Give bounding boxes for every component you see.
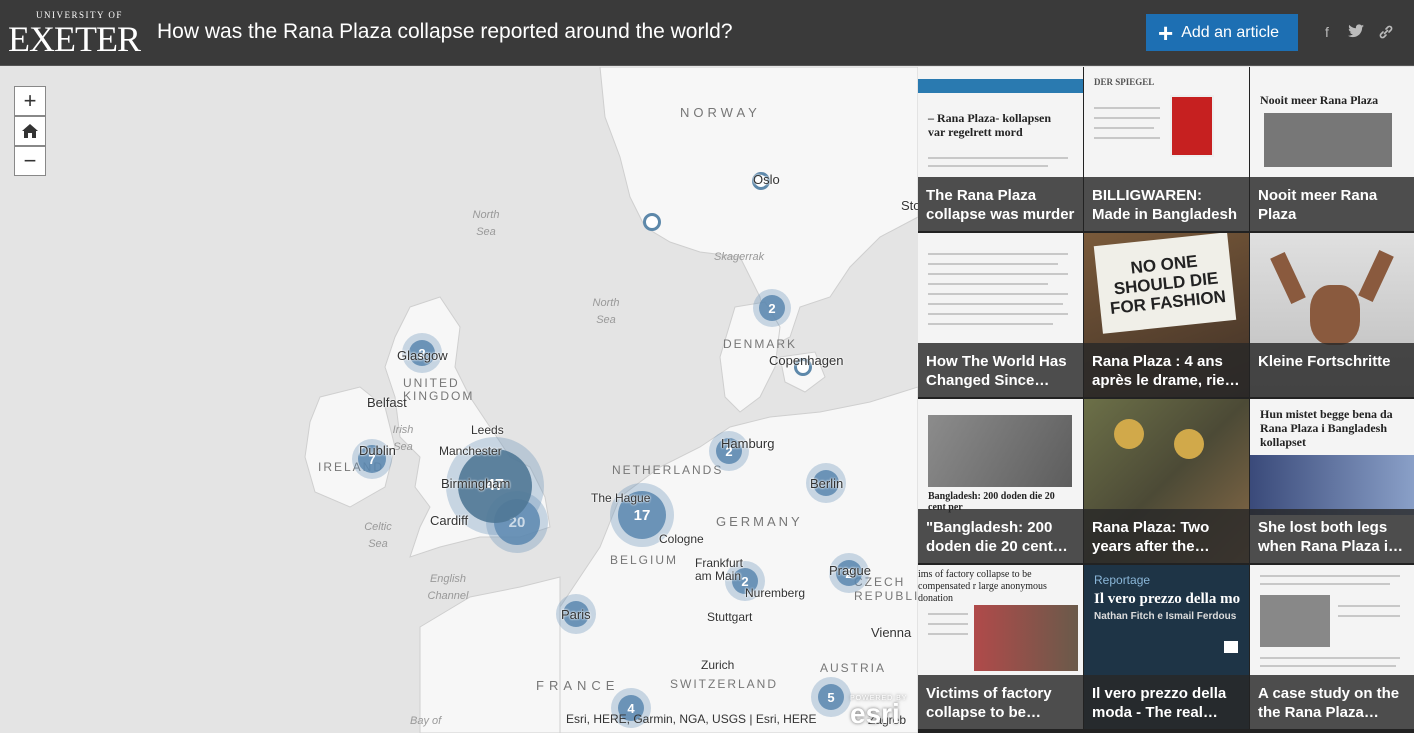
map-cluster[interactable]: 5 bbox=[811, 677, 851, 717]
add-article-label: Add an article bbox=[1181, 23, 1280, 41]
city-label: Zurich bbox=[701, 658, 735, 672]
article-title: A case study on the the Rana Plaza disas… bbox=[1250, 675, 1414, 729]
article-tile[interactable]: Bangladesh: 200 doden die 20 cent per "B… bbox=[918, 399, 1083, 563]
sea-label: North Sea bbox=[592, 297, 620, 326]
country-label: GERMANY bbox=[716, 514, 803, 529]
country-label: SWITZERLAND bbox=[670, 677, 779, 691]
article-title: Rana Plaza: Two years after the collapse bbox=[1084, 509, 1249, 563]
city-label: Manchester bbox=[439, 444, 502, 458]
plus-icon: + bbox=[1158, 17, 1174, 48]
city-label: Nuremberg bbox=[745, 586, 806, 600]
article-tile[interactable]: Hun mistet begge bena da Rana Plaza i Ba… bbox=[1250, 399, 1414, 563]
city-label: Prague bbox=[829, 563, 871, 578]
article-tile[interactable]: Nooit meer Rana Plaza Nooit meer Rana Pl… bbox=[1250, 67, 1414, 231]
article-title: Nooit meer Rana Plaza bbox=[1250, 177, 1414, 231]
article-tile[interactable]: Kleine Fortschritte bbox=[1250, 233, 1414, 397]
country-label: AUSTRIA bbox=[820, 661, 887, 675]
article-tile[interactable]: – Rana Plaza- kollapsen var regelrett mo… bbox=[918, 67, 1083, 231]
city-label: Hamburg bbox=[721, 436, 775, 451]
article-tile[interactable]: NO ONE SHOULD DIE FOR FASHION Rana Plaza… bbox=[1084, 233, 1249, 397]
city-label: Frankfurt am Main bbox=[695, 556, 744, 583]
sea-label: North Sea bbox=[472, 209, 500, 238]
map-cluster[interactable]: 2 bbox=[753, 289, 791, 327]
article-title: "Bangladesh: 200 doden die 20 cent per u… bbox=[918, 509, 1083, 563]
article-tile[interactable]: DER SPIEGEL BILLIGWAREN: Made in Banglad… bbox=[1084, 67, 1249, 231]
university-logo[interactable]: UNIVERSITY OF EXETER bbox=[8, 8, 141, 59]
city-label: Cologne bbox=[659, 532, 704, 546]
article-tile[interactable]: How The World Has Changed Since Rana Pla… bbox=[918, 233, 1083, 397]
article-tile[interactable]: Reportage Il vero prezzo della mo Nathan… bbox=[1084, 565, 1249, 729]
country-label: FRANCE bbox=[536, 678, 620, 693]
zoom-in-button[interactable]: + bbox=[14, 86, 46, 116]
city-label: Copenhagen bbox=[769, 353, 844, 368]
country-label: BELGIUM bbox=[610, 553, 679, 567]
city-label: Leeds bbox=[471, 423, 504, 437]
country-label: NORWAY bbox=[680, 105, 761, 120]
article-tile[interactable]: ims of factory collapse to be compensate… bbox=[918, 565, 1083, 729]
article-title: BILLIGWAREN: Made in Bangladesh bbox=[1084, 177, 1249, 231]
map-view[interactable]: + − NORWAY DENMARK UNITED KINGDOM IRELAN… bbox=[0, 67, 918, 733]
city-label: Birmingham bbox=[441, 476, 511, 491]
app-header: UNIVERSITY OF EXETER How was the Rana Pl… bbox=[0, 0, 1414, 66]
article-title: She lost both legs when Rana Plaza in Ba… bbox=[1250, 509, 1414, 563]
page-title: How was the Rana Plaza collapse reported… bbox=[157, 20, 733, 43]
home-icon bbox=[22, 124, 38, 138]
article-title: The Rana Plaza collapse was murder bbox=[918, 177, 1083, 231]
add-article-button[interactable]: + Add an article bbox=[1146, 14, 1298, 51]
sea-label: Skagerrak bbox=[714, 251, 765, 263]
article-title: Il vero prezzo della moda - The real pri… bbox=[1084, 675, 1249, 729]
map-attribution: Esri, HERE, Garmin, NGA, USGS | Esri, HE… bbox=[566, 712, 817, 726]
city-label: Oslo bbox=[753, 172, 780, 187]
article-grid: – Rana Plaza- kollapsen var regelrett mo… bbox=[918, 67, 1414, 733]
map-pin[interactable] bbox=[643, 213, 661, 231]
city-label: Berlin bbox=[810, 476, 844, 491]
sea-label: Bay of bbox=[410, 715, 442, 727]
country-label: DENMARK bbox=[723, 337, 798, 351]
sea-label: English Channel bbox=[427, 573, 469, 602]
city-label: Paris bbox=[561, 607, 591, 622]
city-label: Glasgow bbox=[397, 348, 448, 363]
home-button[interactable] bbox=[14, 116, 46, 146]
zoom-out-button[interactable]: − bbox=[14, 146, 46, 176]
article-title: Rana Plaza : 4 ans après le drame, rien … bbox=[1084, 343, 1249, 397]
article-title: Kleine Fortschritte bbox=[1250, 343, 1414, 397]
article-tile[interactable]: A case study on the the Rana Plaza disas… bbox=[1250, 565, 1414, 729]
city-label: The Hague bbox=[591, 491, 651, 505]
city-label: Belfast bbox=[367, 395, 407, 410]
esri-logo[interactable]: POWERED BY esri bbox=[850, 695, 907, 728]
city-label: Sto bbox=[901, 198, 918, 213]
city-label: Stuttgart bbox=[707, 610, 753, 624]
facebook-icon[interactable]: f bbox=[1318, 24, 1336, 42]
country-label: NETHERLANDS bbox=[612, 463, 724, 477]
play-icon bbox=[1224, 641, 1238, 653]
link-icon[interactable] bbox=[1377, 24, 1395, 42]
article-title: Victims of factory collapse to be compen… bbox=[918, 675, 1083, 729]
country-label: UNITED KINGDOM bbox=[403, 376, 475, 403]
article-tile[interactable]: Rana Plaza: Two years after the collapse bbox=[1084, 399, 1249, 563]
sea-label: Celtic Sea bbox=[364, 521, 392, 550]
article-title: How The World Has Changed Since Rana Pla… bbox=[918, 343, 1083, 397]
twitter-icon[interactable] bbox=[1347, 24, 1365, 42]
city-label: Cardiff bbox=[430, 513, 469, 528]
logo-big-text: EXETER bbox=[8, 19, 141, 59]
city-label: Dublin bbox=[359, 443, 396, 458]
city-label: Vienna bbox=[871, 625, 912, 640]
